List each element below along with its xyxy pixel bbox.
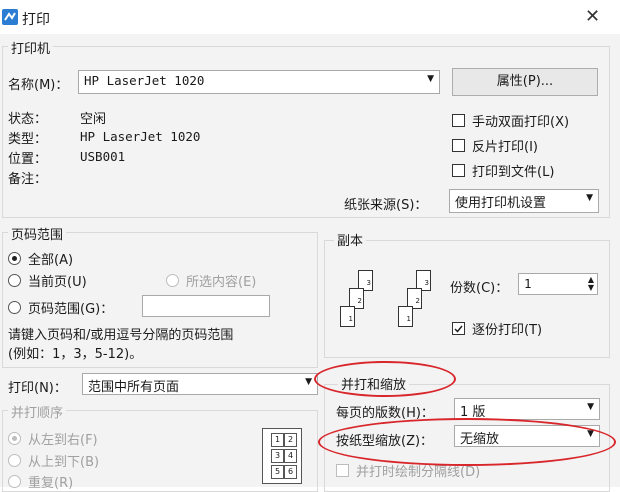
status-value: 空闲 <box>80 112 107 127</box>
printer-name-value: HP LaserJet 1020 <box>84 73 205 88</box>
spinner-arrows-icon[interactable]: ▲ ▼ <box>588 276 594 292</box>
current-page-radio[interactable] <box>8 274 21 287</box>
title-bar <box>0 0 620 34</box>
printer-name-label: 名称(M)： <box>8 78 69 93</box>
copies-group-label: 副本 <box>334 230 367 249</box>
window-title: 打印 <box>22 12 50 28</box>
grid-cell: 5 <box>271 465 284 479</box>
print-what-value: 范围中所有页面 <box>88 380 180 395</box>
printer-name-select[interactable]: HP LaserJet 1020 ▼ <box>78 70 440 94</box>
grid-cell: 6 <box>284 465 297 479</box>
location-label: 位置： <box>8 152 48 167</box>
page-range-input[interactable] <box>142 295 270 317</box>
top-to-bottom-label: 从上到下(B) <box>28 455 100 470</box>
all-pages-radio[interactable] <box>8 252 21 265</box>
grid-cell: 4 <box>284 449 297 463</box>
app-logo-icon <box>2 9 18 25</box>
pages-per-sheet-label: 每页的版数(H)： <box>336 406 434 421</box>
copies-count-label: 份数(C)： <box>450 281 509 296</box>
chevron-down-icon: ▼ <box>587 402 594 412</box>
left-to-right-label: 从左到右(F) <box>28 433 98 448</box>
location-value: USB001 <box>80 149 126 164</box>
repeat-radio[interactable] <box>8 475 21 488</box>
highlight-oval-zoom-label <box>314 361 456 397</box>
repeat-label: 重复(R) <box>28 476 74 491</box>
page-range-hint-line1: 请键入页码和/或用逗号分隔的页码范围 <box>8 328 234 343</box>
properties-button[interactable]: 属性(P)... <box>452 68 598 96</box>
uncollated-pages-icon: 3 2 1 <box>340 270 390 330</box>
print-what-select[interactable]: 范围中所有页面 ▼ <box>82 373 318 395</box>
reverse-print-label: 反片打印(I) <box>472 140 538 155</box>
status-label: 状态： <box>8 112 48 127</box>
print-what-label: 打印(N)： <box>8 381 67 396</box>
reverse-print-checkbox[interactable] <box>452 139 465 152</box>
chevron-down-icon: ▼ <box>305 377 312 387</box>
copies-count-spinner[interactable]: 1 ▲ ▼ <box>518 273 598 295</box>
page-range-label: 页码范围(G)： <box>28 302 114 317</box>
selection-radio[interactable] <box>166 274 179 287</box>
type-label: 类型： <box>8 132 48 147</box>
close-icon[interactable]: ✕ <box>585 6 600 27</box>
collated-pages-icon: 3 2 1 <box>398 270 448 330</box>
chevron-down-icon: ▼ <box>427 74 434 84</box>
chevron-down-icon: ▼ <box>586 193 593 203</box>
page-range-group-label: 页码范围 <box>8 224 67 243</box>
left-to-right-radio[interactable] <box>8 432 21 445</box>
order-group-label: 并打顺序 <box>8 402 67 421</box>
current-page-label: 当前页(U) <box>28 275 87 290</box>
collate-label: 逐份打印(T) <box>472 323 543 338</box>
grid-cell: 3 <box>271 449 284 463</box>
top-to-bottom-radio[interactable] <box>8 454 21 467</box>
print-to-file-label: 打印到文件(L) <box>472 165 555 180</box>
collate-checkbox[interactable] <box>452 322 465 335</box>
printer-group-label: 打印机 <box>8 38 54 57</box>
draw-border-checkbox[interactable] <box>336 464 349 477</box>
selection-label: 所选内容(E) <box>186 275 257 290</box>
page-range-hint-line2: (例如：1，3，5-12)。 <box>8 347 143 362</box>
grid-cell: 1 <box>271 433 284 447</box>
manual-duplex-label: 手动双面打印(X) <box>472 115 570 130</box>
paper-source-label: 纸张来源(S)： <box>344 198 428 213</box>
comment-label: 备注： <box>8 172 48 187</box>
copies-count-value: 1 <box>524 276 532 291</box>
paper-source-select[interactable]: 使用打印机设置 ▼ <box>449 189 599 213</box>
order-preview-grid: 1 2 3 4 5 6 <box>262 428 302 484</box>
page-range-radio[interactable] <box>8 301 21 314</box>
manual-duplex-checkbox[interactable] <box>452 114 465 127</box>
highlight-oval-scale-setting <box>318 418 616 466</box>
type-value: HP LaserJet 1020 <box>80 129 201 144</box>
all-pages-label: 全部(A) <box>28 253 74 268</box>
print-to-file-checkbox[interactable] <box>452 164 465 177</box>
paper-source-value: 使用打印机设置 <box>455 196 547 211</box>
grid-cell: 2 <box>284 433 297 447</box>
pages-per-sheet-select[interactable]: 1 版 ▼ <box>454 398 600 420</box>
